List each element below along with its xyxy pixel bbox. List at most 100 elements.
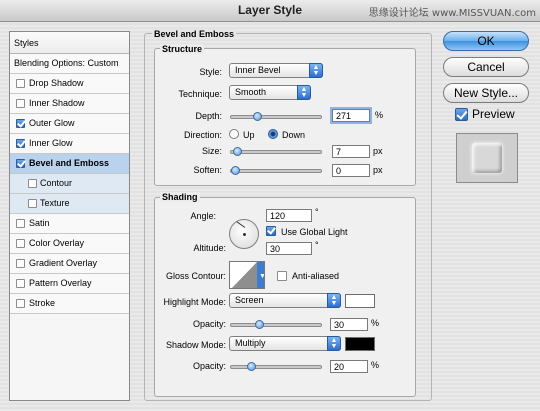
sidebar-checkbox[interactable] (16, 159, 25, 168)
shadow-color-swatch[interactable] (345, 337, 375, 351)
sidebar-item-label: Texture (40, 198, 70, 208)
direction-up-radio[interactable] (229, 129, 239, 139)
sidebar-item-stroke[interactable]: Stroke (10, 294, 129, 314)
sidebar-checkbox[interactable] (16, 119, 25, 128)
sidebar-item-drop-shadow[interactable]: Drop Shadow (10, 74, 129, 94)
sidebar-item-inner-glow[interactable]: Inner Glow (10, 134, 129, 154)
depth-label: Depth: (195, 111, 222, 121)
highlight-opacity-label: Opacity: (192, 319, 226, 329)
technique-label: Technique: (178, 89, 222, 99)
section-title: Bevel and Emboss (152, 29, 237, 39)
sidebar-item-label: Color Overlay (29, 238, 85, 248)
angle-dial[interactable] (229, 219, 259, 249)
shadow-opacity-slider[interactable] (230, 362, 322, 371)
sidebar-checkbox[interactable] (16, 79, 25, 88)
depth-unit: % (375, 110, 384, 120)
depth-slider-knob[interactable] (252, 112, 262, 121)
anti-aliased-label: Anti-aliased (292, 271, 340, 281)
global-light-checkbox[interactable] (266, 226, 276, 236)
ok-button[interactable]: OK (443, 31, 529, 51)
sidebar-item-bevel-and-emboss[interactable]: Bevel and Emboss (10, 154, 129, 174)
svg-text:▼: ▼ (259, 273, 265, 280)
gloss-contour-label: Gloss Contour: (165, 271, 226, 281)
gloss-contour-preview[interactable]: ▼ (229, 261, 265, 289)
highlight-opacity-unit: % (371, 318, 380, 328)
watermark-text: 思缘设计论坛 www.MISSVUAN.com (368, 8, 536, 19)
sidebar-checkbox[interactable] (16, 139, 25, 148)
sidebar-item-label: Bevel and Emboss (29, 158, 110, 168)
sidebar-item-color-overlay[interactable]: Color Overlay (10, 234, 129, 254)
depth-slider[interactable] (230, 112, 322, 121)
shading-title: Shading (160, 192, 200, 202)
global-light-label: Use Global Light (281, 227, 348, 237)
altitude-label: Altitude: (193, 243, 226, 253)
sidebar-item-contour[interactable]: Contour (10, 174, 129, 194)
sidebar-item-outer-glow[interactable]: Outer Glow (10, 114, 129, 134)
sidebar-checkbox[interactable] (16, 279, 25, 288)
select-arrows-icon: ▲ ▼ (309, 63, 323, 78)
sidebar-checkbox[interactable] (28, 199, 37, 208)
size-input[interactable]: 7 (332, 145, 370, 158)
direction-down-radio[interactable] (268, 129, 278, 139)
shadow-opacity-label: Opacity: (192, 361, 226, 371)
depth-input[interactable]: 271 (332, 109, 370, 122)
preview-bevel-shape (472, 143, 502, 173)
cancel-button[interactable]: Cancel (443, 57, 529, 77)
angle-hand (236, 221, 246, 228)
size-slider[interactable] (230, 147, 322, 156)
sidebar-item-texture[interactable]: Texture (10, 194, 129, 214)
sidebar-checkbox[interactable] (16, 299, 25, 308)
soften-input[interactable]: 0 (332, 164, 370, 177)
sidebar-item-styles[interactable]: Styles (10, 32, 129, 54)
sidebar-item-blending-options[interactable]: Blending Options: Custom (10, 54, 129, 74)
contour-curve-icon: ▼ (231, 262, 265, 288)
soften-label: Soften: (193, 165, 222, 175)
shadow-mode-value: Multiply (235, 338, 266, 348)
sidebar-item-pattern-overlay[interactable]: Pattern Overlay (10, 274, 129, 294)
select-arrows-icon: ▲ ▼ (327, 293, 341, 308)
highlight-mode-select[interactable]: Screen ▲ ▼ (229, 293, 341, 308)
sidebar-checkbox[interactable] (16, 259, 25, 268)
sidebar-item-label: Contour (40, 178, 73, 188)
highlight-color-swatch[interactable] (345, 294, 375, 308)
style-preview-thumbnail (456, 133, 518, 183)
soften-slider-knob[interactable] (231, 166, 240, 175)
select-arrows-icon: ▲ ▼ (297, 85, 311, 100)
sidebar-item-label: Pattern Overlay (29, 278, 92, 288)
shadow-mode-select[interactable]: Multiply ▲ ▼ (229, 336, 341, 351)
new-style-button[interactable]: New Style... (443, 83, 529, 103)
highlight-opacity-input[interactable]: 30 (330, 318, 368, 331)
style-select-value: Inner Bevel (235, 65, 281, 75)
sidebar-checkbox[interactable] (28, 179, 37, 188)
style-label: Style: (199, 67, 222, 77)
angle-input[interactable]: 120 (266, 209, 312, 222)
sidebar-item-label: Gradient Overlay (29, 258, 98, 268)
select-arrows-icon: ▲ ▼ (327, 336, 341, 351)
highlight-mode-label: Highlight Mode: (163, 297, 226, 307)
sidebar-item-satin[interactable]: Satin (10, 214, 129, 234)
sidebar-checkbox[interactable] (16, 219, 25, 228)
sidebar-item-label: Inner Shadow (29, 98, 85, 108)
structure-title: Structure (160, 44, 205, 54)
direction-label: Direction: (183, 130, 222, 140)
soften-unit: px (373, 165, 383, 175)
angle-unit: ° (315, 207, 319, 217)
soften-slider[interactable] (230, 166, 322, 175)
size-label: Size: (201, 146, 222, 156)
angle-center-dot (243, 233, 246, 236)
anti-aliased-checkbox[interactable] (277, 271, 287, 281)
sidebar-item-gradient-overlay[interactable]: Gradient Overlay (10, 254, 129, 274)
sidebar-item-label: Stroke (29, 298, 56, 308)
highlight-opacity-slider[interactable] (230, 320, 322, 329)
sidebar-item-label: Satin (29, 218, 50, 228)
altitude-input[interactable]: 30 (266, 242, 312, 255)
direction-up-label: Up (243, 130, 255, 140)
sidebar-checkbox[interactable] (16, 99, 25, 108)
sidebar-checkbox[interactable] (16, 239, 25, 248)
styles-sidebar: Styles Blending Options: Custom Drop Sha… (9, 31, 130, 401)
style-select[interactable]: Inner Bevel ▲ ▼ (229, 63, 323, 78)
sidebar-item-inner-shadow[interactable]: Inner Shadow (10, 94, 129, 114)
shadow-opacity-input[interactable]: 20 (330, 360, 368, 373)
preview-checkbox[interactable] (455, 108, 468, 121)
technique-select[interactable]: Smooth ▲ ▼ (229, 85, 311, 100)
